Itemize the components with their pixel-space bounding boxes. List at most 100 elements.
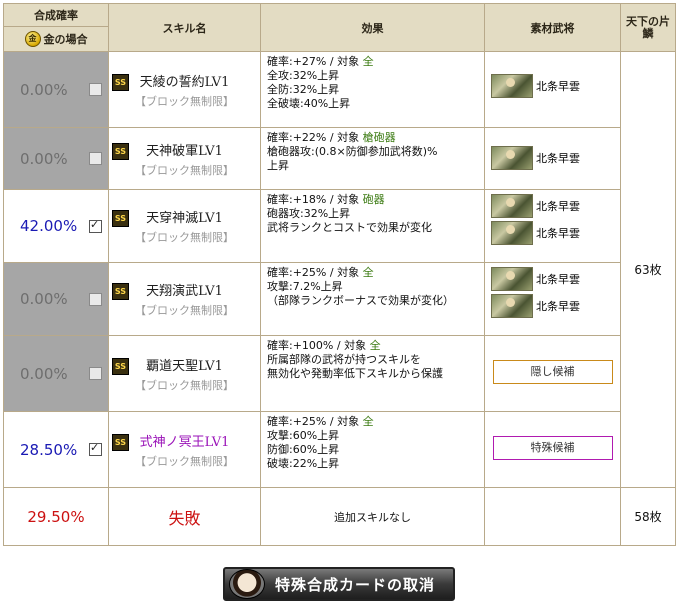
ss-rank-icon: SS <box>112 73 129 91</box>
skill-block-note: 【ブロック無制限】 <box>135 304 234 317</box>
rate-value: 0.00% <box>20 149 68 168</box>
effect-line: 攻撃:60%上昇 <box>267 429 340 442</box>
fail-label-cell: 失敗 <box>108 487 261 546</box>
effect-separator: / <box>329 131 334 144</box>
rate-cell: 0.00% <box>3 335 109 412</box>
effect-target-label: 対象 <box>337 193 360 206</box>
skill-checkbox[interactable] <box>89 218 102 233</box>
skill-checkbox[interactable] <box>89 367 102 380</box>
effect-header-line: 確率:+27% / 対象 全 <box>267 55 478 69</box>
synthesis-table: 合成確率 金 金の場合 スキル名 効果 素材武将 天下の片鱗 0.00% SS <box>3 3 676 546</box>
material-item[interactable]: 北条早雲 <box>491 146 614 170</box>
skill-row: 42.00% SS 天穿神滅LV1 【ブロック無制限】 確率:+18% / 対象… <box>3 189 676 263</box>
material-item[interactable]: 北条早雲 <box>491 194 614 218</box>
skill-name: 覇道天聖LV1 <box>146 358 223 374</box>
skill-cell: SS 天翔演武LV1 【ブロック無制限】 <box>108 262 261 336</box>
header-effect: 効果 <box>260 3 485 52</box>
hidden-candidate-button[interactable]: 隠し候補 <box>492 360 613 384</box>
cancel-button-label: 特殊合成カードの取消 <box>275 575 436 594</box>
effect-rate: 確率:+25% <box>267 266 327 279</box>
rate-cell: 0.00% <box>3 127 109 190</box>
character-face-icon <box>229 569 265 599</box>
material-name: 北条早雲 <box>536 152 580 165</box>
special-candidate-button[interactable]: 特殊候補 <box>492 436 613 460</box>
effect-separator: / <box>329 55 334 68</box>
skill-name: 天神破軍LV1 <box>146 143 223 159</box>
skill-cell: SS 天穿神滅LV1 【ブロック無制限】 <box>108 189 261 263</box>
gold-coin-icon: 金 <box>24 31 41 47</box>
effect-line: 全破壊:40%上昇 <box>267 97 351 110</box>
material-item[interactable]: 北条早雲 <box>491 221 614 245</box>
skill-row: 0.00% SS 覇道天聖LV1 【ブロック無制限】 確率:+100% / 対象… <box>3 335 676 412</box>
effect-separator: / <box>336 339 341 352</box>
fail-rate-value: 29.50% <box>27 507 85 526</box>
material-name: 北条早雲 <box>536 80 580 93</box>
skill-checkbox[interactable] <box>89 83 102 96</box>
header-material: 素材武将 <box>484 3 621 52</box>
rate-value: 0.00% <box>20 290 68 308</box>
skill-checkbox[interactable] <box>89 152 102 165</box>
general-portrait-icon <box>491 146 533 170</box>
effect-rate: 確率:+18% <box>267 193 327 206</box>
effect-header-line: 確率:+25% / 対象 全 <box>267 266 478 280</box>
material-item[interactable]: 北条早雲 <box>491 74 614 98</box>
fragment-count-main: 63枚 <box>620 51 676 488</box>
effect-line: 武将ランクとコストで効果が変化 <box>267 221 432 234</box>
effect-target-label: 対象 <box>337 131 360 144</box>
effect-header-line: 確率:+22% / 対象 槍砲器 <box>267 131 478 145</box>
effect-line: 無効化や発動率低下スキルから保護 <box>267 367 443 380</box>
header-fragment: 天下の片鱗 <box>620 3 676 52</box>
rate-value: 28.50% <box>20 440 78 459</box>
material-item[interactable]: 北条早雲 <box>491 294 614 318</box>
effect-rate: 確率:+22% <box>267 131 327 144</box>
header-rate-sub: 金の場合 <box>43 33 88 46</box>
effect-line: 防御:60%上昇 <box>267 443 340 456</box>
effect-target: 槍砲器 <box>362 131 396 144</box>
effect-separator: / <box>329 266 334 279</box>
effect-line: 槍砲器攻:(0.8×防御参加武将数)% <box>267 145 438 158</box>
effect-target: 全 <box>362 415 374 428</box>
ss-rank-icon: SS <box>112 142 129 160</box>
skill-block-note: 【ブロック無制限】 <box>135 94 234 108</box>
material-cell: 隠し候補 <box>484 335 621 412</box>
effect-cell: 確率:+18% / 対象 砲器 砲器攻:32%上昇 武将ランクとコストで効果が変… <box>260 189 485 263</box>
general-portrait-icon <box>491 294 533 318</box>
fragment-count-fail: 58枚 <box>620 487 676 546</box>
rate-cell: 0.00% <box>3 262 109 336</box>
general-portrait-icon <box>491 194 533 218</box>
skill-block-note: 【ブロック無制限】 <box>135 378 234 392</box>
effect-line: 全防:32%上昇 <box>267 83 340 96</box>
cancel-special-card-button[interactable]: 特殊合成カードの取消 <box>223 567 455 601</box>
effect-header-line: 確率:+18% / 対象 砲器 <box>267 193 478 207</box>
effect-line: 所属部隊の武将が持つスキルを <box>267 353 421 366</box>
effect-target-label: 対象 <box>337 55 360 68</box>
effect-line: 破壊:22%上昇 <box>267 457 340 470</box>
rate-value: 0.00% <box>20 364 68 383</box>
effect-target: 全 <box>369 339 381 352</box>
effect-target-label: 対象 <box>337 415 360 428</box>
skill-checkbox[interactable] <box>89 441 102 456</box>
general-portrait-icon <box>491 74 533 98</box>
rate-value: 42.00% <box>20 217 78 235</box>
effect-line: 砲器攻:32%上昇 <box>267 207 351 220</box>
fail-row: 29.50% 失敗 追加スキルなし 58枚 <box>3 487 676 546</box>
header-skill: スキル名 <box>108 3 261 52</box>
effect-cell: 確率:+27% / 対象 全 全攻:32%上昇 全防:32%上昇 全破壊:40%… <box>260 51 485 128</box>
ss-rank-icon: SS <box>112 433 129 451</box>
skill-cell: SS 式神ノ冥王LV1 【ブロック無制限】 <box>108 411 261 488</box>
skill-row: 0.00% SS 天翔演武LV1 【ブロック無制限】 確率:+25% / 対象 … <box>3 262 676 336</box>
skill-row: 0.00% SS 天綾の誓約LV1 【ブロック無制限】 確率:+27% / 対象… <box>3 51 676 488</box>
effect-line: 攻撃:7.2%上昇 <box>267 280 343 293</box>
skill-block-note: 【ブロック無制限】 <box>135 454 234 468</box>
effect-rate: 確率:+27% <box>267 55 327 68</box>
material-name: 北条早雲 <box>536 227 580 240</box>
effect-cell: 確率:+100% / 対象 全 所属部隊の武将が持つスキルを 無効化や発動率低下… <box>260 335 485 412</box>
material-cell: 北条早雲 <box>484 51 621 128</box>
effect-target: 全 <box>362 266 374 279</box>
rate-cell: 0.00% <box>3 51 109 128</box>
skill-checkbox[interactable] <box>89 292 102 306</box>
skill-cell: SS 覇道天聖LV1 【ブロック無制限】 <box>108 335 261 412</box>
effect-cell: 確率:+25% / 対象 全 攻撃:60%上昇 防御:60%上昇 破壊:22%上… <box>260 411 485 488</box>
material-cell: 北条早雲 <box>484 127 621 190</box>
material-item[interactable]: 北条早雲 <box>491 267 614 291</box>
